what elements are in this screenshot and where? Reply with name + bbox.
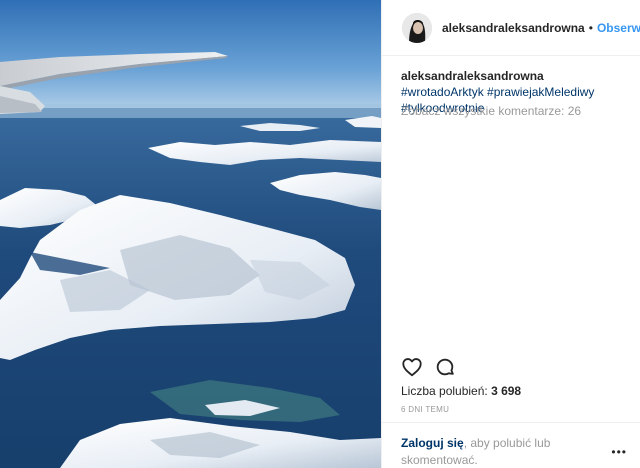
profile-photo-icon: [402, 12, 432, 43]
post-timestamp[interactable]: 6 DNI TEMU: [401, 405, 449, 414]
hashtag-link[interactable]: #wrotadoArktyk: [401, 85, 484, 99]
login-prompt-text: Zaloguj się, aby polubić lub skomentować…: [401, 435, 601, 468]
post-details-panel: aleksandraleksandrowna • Obserwuj aleksa…: [381, 0, 640, 468]
header-username[interactable]: aleksandraleksandrowna: [442, 21, 585, 35]
likes-count: Liczba polubień: 3 698: [401, 384, 521, 398]
post-header: aleksandraleksandrowna • Obserwuj: [382, 0, 640, 56]
separator-dot: •: [588, 20, 593, 35]
heart-icon[interactable]: [401, 356, 423, 378]
post-photo[interactable]: [0, 0, 381, 468]
aerial-landscape-image: [0, 0, 381, 468]
post-actions: [401, 356, 467, 378]
caption-username[interactable]: aleksandraleksandrowna: [401, 69, 544, 83]
likes-label: Liczba polubień:: [401, 384, 488, 398]
view-all-comments-link[interactable]: Zobacz wszystkie komentarze: 26: [401, 104, 581, 118]
login-prompt: Zaloguj się, aby polubić lub skomentować…: [382, 422, 640, 468]
more-options-button[interactable]: •••: [611, 445, 627, 459]
follow-button[interactable]: Obserwuj: [597, 21, 640, 35]
avatar[interactable]: [402, 12, 432, 43]
login-link[interactable]: Zaloguj się: [401, 436, 464, 450]
likes-value[interactable]: 3 698: [491, 384, 521, 398]
hashtag-link[interactable]: #prawiejakMelediwy: [487, 85, 594, 99]
comment-icon[interactable]: [434, 356, 456, 378]
